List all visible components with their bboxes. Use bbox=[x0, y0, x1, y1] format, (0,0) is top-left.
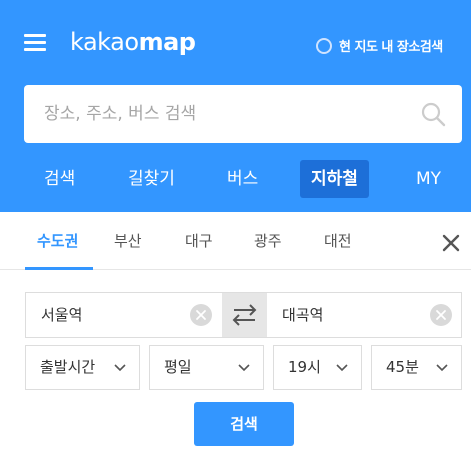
menu-icon[interactable] bbox=[24, 34, 46, 52]
search-box bbox=[24, 85, 462, 143]
tab-my[interactable]: MY bbox=[416, 160, 441, 198]
swap-icon bbox=[232, 304, 257, 326]
hour-select[interactable]: 19시 bbox=[273, 345, 362, 390]
minute-value: 45분 bbox=[386, 358, 419, 376]
tab-subway[interactable]: 지하철 bbox=[300, 160, 369, 198]
region-tab-indicator bbox=[25, 267, 93, 270]
tab-search[interactable]: 검색 bbox=[44, 160, 75, 198]
swap-stations-button[interactable] bbox=[222, 293, 267, 337]
map-area-search-toggle[interactable]: 현 지도 내 장소검색 bbox=[316, 36, 443, 55]
main-tabs: 검색 길찾기 버스 지하철 MY bbox=[0, 160, 471, 198]
clear-end-icon[interactable] bbox=[430, 304, 452, 326]
day-type-select[interactable]: 평일 bbox=[149, 345, 264, 390]
chevron-down-icon bbox=[436, 364, 448, 372]
header: kakaomap 현 지도 내 장소검색 검색 길찾기 버스 지하철 MY bbox=[0, 0, 471, 212]
region-tab-daejeon[interactable]: 대전 bbox=[324, 212, 352, 270]
subway-search-button[interactable]: 검색 bbox=[194, 402, 294, 446]
map-area-search-label: 현 지도 내 장소검색 bbox=[339, 40, 443, 55]
tab-directions[interactable]: 길찾기 bbox=[128, 160, 175, 198]
day-type-value: 평일 bbox=[164, 358, 192, 376]
region-tab-gwangju[interactable]: 광주 bbox=[254, 212, 282, 270]
tab-bus[interactable]: 버스 bbox=[227, 160, 258, 198]
chevron-down-icon bbox=[336, 364, 348, 372]
time-type-select[interactable]: 출발시간 bbox=[25, 345, 140, 390]
hour-value: 19시 bbox=[288, 358, 321, 376]
logo-text-map: map bbox=[138, 28, 196, 56]
region-tab-sudogwon[interactable]: 수도권 bbox=[37, 212, 78, 270]
search-icon[interactable] bbox=[420, 101, 446, 127]
region-tab-daegu[interactable]: 대구 bbox=[185, 212, 213, 270]
clear-start-icon[interactable] bbox=[190, 304, 212, 326]
chevron-down-icon bbox=[114, 364, 126, 372]
search-input[interactable] bbox=[24, 85, 404, 143]
chevron-down-icon bbox=[238, 364, 250, 372]
close-icon[interactable] bbox=[440, 232, 462, 254]
region-tab-busan[interactable]: 부산 bbox=[114, 212, 142, 270]
minute-select[interactable]: 45분 bbox=[371, 345, 462, 390]
logo[interactable]: kakaomap bbox=[70, 28, 196, 56]
radio-icon[interactable] bbox=[316, 37, 332, 54]
logo-text-kakao: kakao bbox=[70, 28, 139, 56]
time-type-value: 출발시간 bbox=[40, 358, 96, 376]
region-tabs: 수도권 부산 대구 광주 대전 bbox=[0, 212, 471, 270]
route-inputs: 서울역 대곡역 bbox=[25, 292, 462, 338]
